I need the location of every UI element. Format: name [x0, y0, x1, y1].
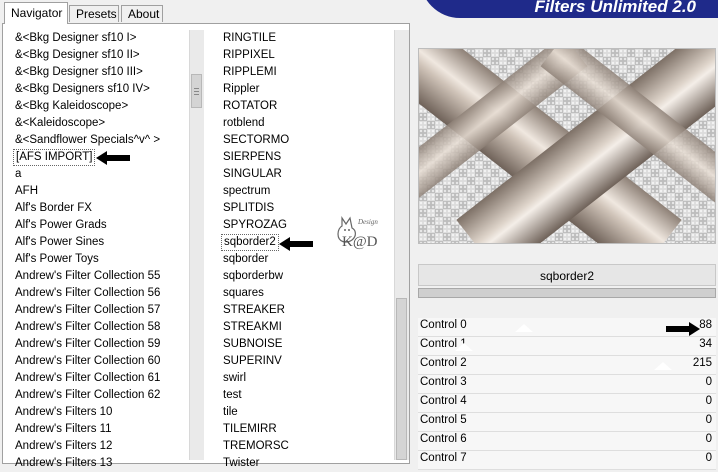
- control-row[interactable]: Control 3 0: [418, 375, 716, 394]
- category-item[interactable]: &<Bkg Designer sf10 II>: [13, 47, 189, 64]
- control-label: Control 5: [420, 414, 467, 426]
- filter-item[interactable]: Rippler: [221, 81, 391, 98]
- category-item[interactable]: Andrew's Filters 10: [13, 404, 189, 421]
- filter-item[interactable]: SIERPENS: [221, 149, 391, 166]
- arrow-pointer-control: [666, 322, 700, 336]
- control-value: 34: [699, 338, 712, 350]
- filter-item[interactable]: SUBNOISE: [221, 336, 391, 353]
- category-item[interactable]: Andrew's Filter Collection 55: [13, 268, 189, 285]
- category-item[interactable]: &<Bkg Designers sf10 IV>: [13, 81, 189, 98]
- logo-caption: Design: [357, 218, 378, 226]
- category-item[interactable]: Andrew's Filter Collection 62: [13, 387, 189, 404]
- arrow-pointer-category: [96, 151, 130, 165]
- control-slider-marker[interactable]: [515, 324, 533, 332]
- category-scroll-thumb[interactable]: [191, 74, 202, 108]
- kad-logo: Design K@D: [318, 212, 398, 252]
- filter-item[interactable]: RINGTILE: [221, 30, 391, 47]
- arrow-pointer-filter: [279, 237, 313, 251]
- category-item[interactable]: Andrew's Filters 12: [13, 438, 189, 455]
- tab-presets[interactable]: Presets: [69, 5, 119, 22]
- progress-fill: [419, 289, 715, 297]
- control-value: 0: [705, 433, 712, 445]
- control-row[interactable]: Control 7 0: [418, 451, 716, 470]
- filter-item[interactable]: TREMORSC: [221, 438, 391, 455]
- filter-scroll-thumb[interactable]: [396, 298, 407, 460]
- filter-item[interactable]: TILEMIRR: [221, 421, 391, 438]
- filter-item[interactable]: STREAKMI: [221, 319, 391, 336]
- control-slider-marker[interactable]: [455, 343, 473, 351]
- filter-item[interactable]: test: [221, 387, 391, 404]
- filter-item[interactable]: STREAKER: [221, 302, 391, 319]
- logo-text: K@D: [342, 234, 378, 250]
- filter-item[interactable]: sqborder: [221, 251, 391, 268]
- control-row[interactable]: Control 1 34: [418, 337, 716, 356]
- selected-filter-title: sqborder2: [418, 264, 716, 286]
- control-label: Control 2: [420, 357, 467, 369]
- control-label: Control 4: [420, 395, 467, 407]
- tab-about[interactable]: About: [121, 5, 163, 22]
- control-row[interactable]: Control 2 215: [418, 356, 716, 375]
- control-label: Control 7: [420, 452, 467, 464]
- filter-item[interactable]: sqborderbw: [221, 268, 391, 285]
- control-value: 0: [705, 452, 712, 464]
- filter-item[interactable]: Twister: [221, 455, 391, 472]
- control-row[interactable]: Control 4 0: [418, 394, 716, 413]
- control-row[interactable]: Control 5 0: [418, 413, 716, 432]
- control-value: 0: [705, 414, 712, 426]
- category-item[interactable]: Andrew's Filter Collection 56: [13, 285, 189, 302]
- control-label: Control 6: [420, 433, 467, 445]
- category-item[interactable]: Andrew's Filter Collection 57: [13, 302, 189, 319]
- preview-image: [418, 48, 716, 244]
- category-item[interactable]: Andrew's Filter Collection 61: [13, 370, 189, 387]
- category-item[interactable]: &<Bkg Kaleidoscope>: [13, 98, 189, 115]
- filter-item[interactable]: SINGULAR: [221, 166, 391, 183]
- filter-item[interactable]: rotblend: [221, 115, 391, 132]
- filter-item[interactable]: spectrum: [221, 183, 391, 200]
- category-item[interactable]: Alf's Power Sines: [13, 234, 189, 251]
- filter-item[interactable]: SUPERINV: [221, 353, 391, 370]
- category-item[interactable]: Andrew's Filter Collection 58: [13, 319, 189, 336]
- category-item[interactable]: &<Sandflower Specials^v^ >: [13, 132, 189, 149]
- category-list[interactable]: &<Bkg Designer sf10 I> &<Bkg Designer sf1…: [13, 30, 189, 472]
- category-item[interactable]: [AFS IMPORT]: [13, 149, 96, 166]
- control-value: 0: [705, 395, 712, 407]
- category-item[interactable]: &<Bkg Designer sf10 III>: [13, 64, 189, 81]
- filter-item[interactable]: swirl: [221, 370, 391, 387]
- filter-item[interactable]: RIPPIXEL: [221, 47, 391, 64]
- category-item[interactable]: &<Kaleidoscope>: [13, 115, 189, 132]
- tab-bar: Navigator Presets About: [0, 0, 420, 24]
- control-value: 215: [692, 357, 712, 369]
- category-item[interactable]: Alf's Power Toys: [13, 251, 189, 268]
- app-title: Filters Unlimited 2.0: [534, 0, 696, 16]
- control-label: Control 0: [420, 319, 467, 331]
- filter-item[interactable]: SECTORMO: [221, 132, 391, 149]
- filter-item[interactable]: sqborder2: [221, 234, 279, 251]
- control-value: 0: [705, 376, 712, 388]
- control-label: Control 3: [420, 376, 467, 388]
- category-scrollbar[interactable]: [189, 30, 204, 460]
- control-value: 88: [699, 319, 712, 331]
- progress-bar: [418, 288, 716, 298]
- category-item[interactable]: Andrew's Filters 13: [13, 455, 189, 472]
- control-row[interactable]: Control 6 0: [418, 432, 716, 451]
- category-item[interactable]: Alf's Power Grads: [13, 217, 189, 234]
- control-slider-marker[interactable]: [654, 362, 672, 370]
- category-item[interactable]: Andrew's Filter Collection 60: [13, 353, 189, 370]
- filter-item[interactable]: squares: [221, 285, 391, 302]
- category-item[interactable]: a: [13, 166, 189, 183]
- controls-panel: Control 0 88 Control 1 34 Control 2 215 Contro…: [418, 318, 716, 470]
- category-item[interactable]: Alf's Border FX: [13, 200, 189, 217]
- category-item[interactable]: AFH: [13, 183, 189, 200]
- filter-item[interactable]: RIPPLEMI: [221, 64, 391, 81]
- tab-navigator[interactable]: Navigator: [4, 2, 68, 24]
- category-item[interactable]: &<Bkg Designer sf10 I>: [13, 30, 189, 47]
- filter-item[interactable]: ROTATOR: [221, 98, 391, 115]
- app-banner: Filters Unlimited 2.0: [420, 0, 718, 18]
- filter-item[interactable]: tile: [221, 404, 391, 421]
- category-item[interactable]: Andrew's Filters 11: [13, 421, 189, 438]
- category-item[interactable]: Andrew's Filter Collection 59: [13, 336, 189, 353]
